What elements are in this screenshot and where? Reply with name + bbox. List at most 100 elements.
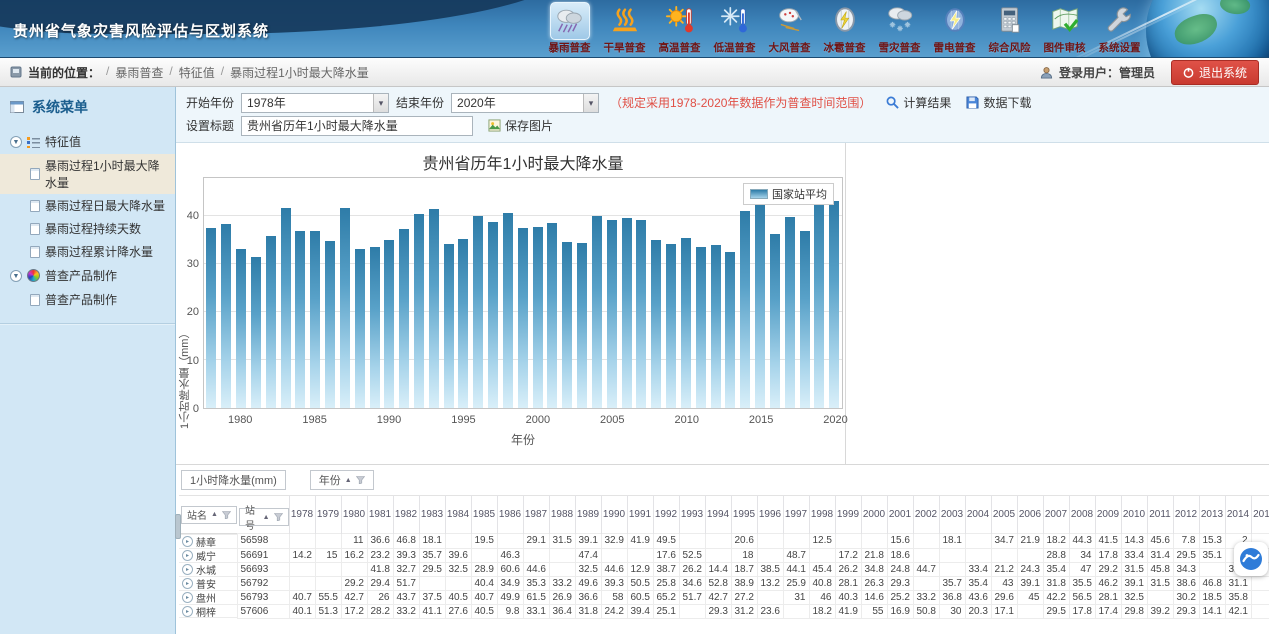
bar-1982[interactable]	[266, 236, 276, 408]
expand-row-icon[interactable]: ▸	[182, 592, 193, 603]
bar-1981[interactable]	[251, 257, 261, 408]
year-column-header[interactable]: 1979	[315, 496, 341, 534]
year-column-header[interactable]: 2011	[1147, 496, 1173, 534]
bar-1978[interactable]	[206, 228, 216, 408]
bar-1994[interactable]	[444, 244, 454, 408]
bar-2006[interactable]	[622, 218, 632, 408]
bar-2016[interactable]	[770, 234, 780, 408]
year-column-header[interactable]: 1987	[523, 496, 549, 534]
year-column-header[interactable]: 1993	[679, 496, 705, 534]
bar-1987[interactable]	[340, 208, 350, 408]
bar-2008[interactable]	[651, 240, 661, 408]
year-column-header[interactable]: 2000	[861, 496, 887, 534]
year-column-header[interactable]: 1998	[809, 496, 835, 534]
row-field-id-box[interactable]: 站号 ▲	[239, 508, 289, 526]
bar-1988[interactable]	[355, 249, 365, 408]
year-column-header[interactable]: 1997	[783, 496, 809, 534]
tree-group-0[interactable]: ▼特征值	[0, 129, 175, 154]
filter-icon[interactable]	[274, 513, 283, 521]
year-column-header[interactable]: 1984	[445, 496, 471, 534]
bar-2001[interactable]	[547, 223, 557, 408]
year-column-header[interactable]: 2001	[887, 496, 913, 534]
splitter-handle[interactable]	[175, 514, 181, 539]
year-column-header[interactable]: 1978	[289, 496, 315, 534]
year-column-header[interactable]: 2006	[1017, 496, 1043, 534]
start-year-select[interactable]: 1978年 ▾	[241, 93, 389, 113]
chevron-down-icon[interactable]: ▾	[373, 94, 388, 112]
year-column-header[interactable]: 1989	[575, 496, 601, 534]
nav-item-settings[interactable]: 系统设置	[1092, 2, 1147, 55]
collapse-icon[interactable]: ▼	[10, 136, 22, 148]
station-name-cell[interactable]: ▸普安	[179, 576, 237, 590]
year-column-header[interactable]: 2007	[1043, 496, 1069, 534]
chart-legend[interactable]: 国家站平均	[743, 183, 834, 205]
breadcrumb-item[interactable]: 暴雨普查	[115, 64, 163, 81]
nav-item-rainstorm[interactable]: 暴雨普查	[542, 2, 597, 55]
bar-1985[interactable]	[310, 231, 320, 408]
bar-1989[interactable]	[370, 247, 380, 408]
filter-icon[interactable]	[222, 511, 231, 519]
bar-1995[interactable]	[458, 239, 468, 408]
bar-2019[interactable]	[814, 197, 824, 408]
year-column-header[interactable]: 2009	[1095, 496, 1121, 534]
nav-item-snow[interactable]: 雪灾普查	[872, 2, 927, 55]
tree-group-1[interactable]: ▼普查产品制作	[0, 263, 175, 288]
bar-2015[interactable]	[755, 205, 765, 408]
chart-title-input[interactable]	[241, 116, 473, 136]
year-column-header[interactable]: 2013	[1199, 496, 1225, 534]
bar-1998[interactable]	[503, 213, 513, 409]
year-column-header[interactable]: 1988	[549, 496, 575, 534]
bar-2009[interactable]	[666, 244, 676, 408]
year-column-header[interactable]: 1992	[653, 496, 679, 534]
year-column-header[interactable]: 1982	[393, 496, 419, 534]
measure-field-box[interactable]: 1小时降水量(mm)	[181, 470, 286, 490]
chevron-down-icon[interactable]: ▾	[583, 94, 598, 112]
station-name-cell[interactable]: ▸威宁	[179, 548, 237, 562]
data-download-button[interactable]: 数据下载	[966, 94, 1031, 111]
save-image-button[interactable]: 保存图片	[488, 117, 553, 134]
year-column-header[interactable]: 1991	[627, 496, 653, 534]
expand-row-icon[interactable]: ▸	[182, 564, 193, 575]
nav-item-wind[interactable]: 大风普查	[762, 2, 817, 55]
breadcrumb-item[interactable]: 特征值	[179, 64, 215, 81]
bar-2004[interactable]	[592, 216, 602, 408]
bar-2017[interactable]	[785, 217, 795, 408]
bar-1997[interactable]	[488, 222, 498, 408]
bar-2012[interactable]	[711, 245, 721, 408]
tree-item[interactable]: 普查产品制作	[0, 288, 175, 311]
year-column-header[interactable]: 1995	[731, 496, 757, 534]
sort-asc-icon[interactable]: ▲	[263, 514, 270, 521]
expand-row-icon[interactable]: ▸	[182, 606, 193, 617]
year-column-header[interactable]: 2014	[1225, 496, 1251, 534]
year-column-header[interactable]: 1994	[705, 496, 731, 534]
year-column-header[interactable]: 2008	[1069, 496, 1095, 534]
row-field-name-box[interactable]: 站名 ▲	[181, 506, 237, 524]
filter-icon[interactable]	[356, 476, 365, 484]
bar-1983[interactable]	[281, 208, 291, 408]
bar-2007[interactable]	[636, 220, 646, 408]
bar-2003[interactable]	[577, 243, 587, 408]
tree-item[interactable]: 暴雨过程日最大降水量	[0, 194, 175, 217]
bar-1984[interactable]	[295, 231, 305, 408]
year-column-header[interactable]: 2015	[1251, 496, 1269, 534]
nav-item-heat[interactable]: 高温普查	[652, 2, 707, 55]
tree-item[interactable]: 暴雨过程累计降水量	[0, 240, 175, 263]
end-year-select[interactable]: 2020年 ▾	[451, 93, 599, 113]
year-column-header[interactable]: 1983	[419, 496, 445, 534]
breadcrumb-item[interactable]: 暴雨过程1小时最大降水量	[230, 64, 369, 81]
bar-2014[interactable]	[740, 211, 750, 408]
nav-item-drought[interactable]: 干旱普查	[597, 2, 652, 55]
bar-1980[interactable]	[236, 249, 246, 408]
nav-item-cold[interactable]: 低温普查	[707, 2, 762, 55]
nav-item-composite-risk[interactable]: 综合风险	[982, 2, 1037, 55]
bar-2010[interactable]	[681, 238, 691, 408]
bar-1986[interactable]	[325, 241, 335, 408]
year-column-header[interactable]: 2003	[939, 496, 965, 534]
bar-2018[interactable]	[800, 231, 810, 408]
column-field-box[interactable]: 年份 ▲	[310, 470, 374, 490]
expand-row-icon[interactable]: ▸	[182, 578, 193, 589]
year-column-header[interactable]: 2004	[965, 496, 991, 534]
bar-2005[interactable]	[607, 220, 617, 408]
tree-item[interactable]: 暴雨过程持续天数	[0, 217, 175, 240]
year-column-header[interactable]: 1990	[601, 496, 627, 534]
